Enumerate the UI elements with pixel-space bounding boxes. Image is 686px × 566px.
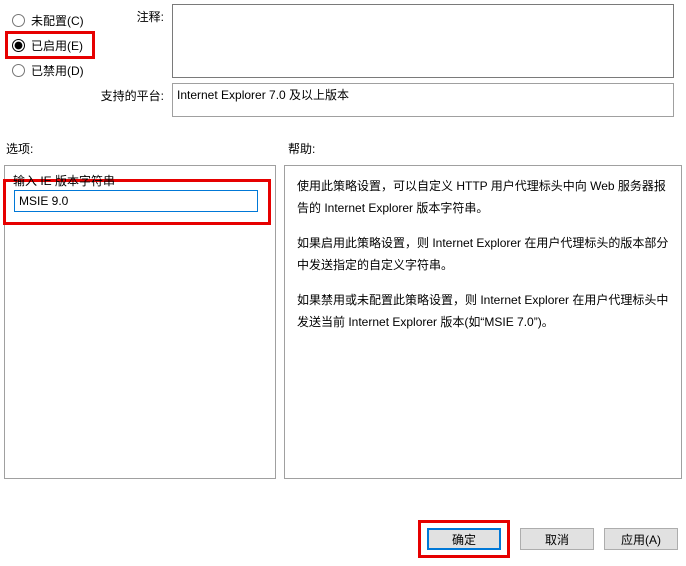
comment-textarea[interactable]: [172, 4, 674, 78]
ok-button[interactable]: 确定: [427, 528, 501, 550]
options-section-label: 选项:: [6, 140, 288, 157]
radio-not-configured[interactable]: 未配置(C): [8, 6, 92, 34]
radio-disabled-label: 已禁用(D): [31, 62, 84, 79]
help-paragraph-3: 如果禁用或未配置此策略设置，则 Internet Explorer 在用户代理标…: [297, 290, 669, 333]
radio-not-configured-label: 未配置(C): [31, 12, 84, 29]
help-panel: 使用此策略设置，可以自定义 HTTP 用户代理标头中向 Web 服务器报告的 I…: [284, 165, 682, 479]
platform-textarea[interactable]: [172, 83, 674, 117]
comment-label: 注释:: [100, 4, 172, 25]
ie-version-input[interactable]: [14, 190, 258, 212]
radio-enabled-label: 已启用(E): [31, 37, 83, 54]
radio-not-configured-input[interactable]: [12, 14, 25, 27]
help-paragraph-1: 使用此策略设置，可以自定义 HTTP 用户代理标头中向 Web 服务器报告的 I…: [297, 176, 669, 219]
dialog-button-bar: 确定 取消 应用(A): [418, 520, 678, 558]
radio-enabled[interactable]: 已启用(E): [5, 31, 95, 59]
radio-disabled-input[interactable]: [12, 64, 25, 77]
help-paragraph-2: 如果启用此策略设置，则 Internet Explorer 在用户代理标头的版本…: [297, 233, 669, 276]
help-section-label: 帮助:: [288, 140, 680, 157]
options-panel: 输入 IE 版本字符串: [4, 165, 276, 479]
radio-disabled[interactable]: 已禁用(D): [8, 56, 92, 84]
platform-label: 支持的平台:: [100, 83, 172, 104]
radio-enabled-input[interactable]: [12, 39, 25, 52]
ok-highlight: 确定: [418, 520, 510, 558]
cancel-button[interactable]: 取消: [520, 528, 594, 550]
radio-group: 未配置(C) 已启用(E) 已禁用(D): [0, 0, 100, 90]
apply-button[interactable]: 应用(A): [604, 528, 678, 550]
